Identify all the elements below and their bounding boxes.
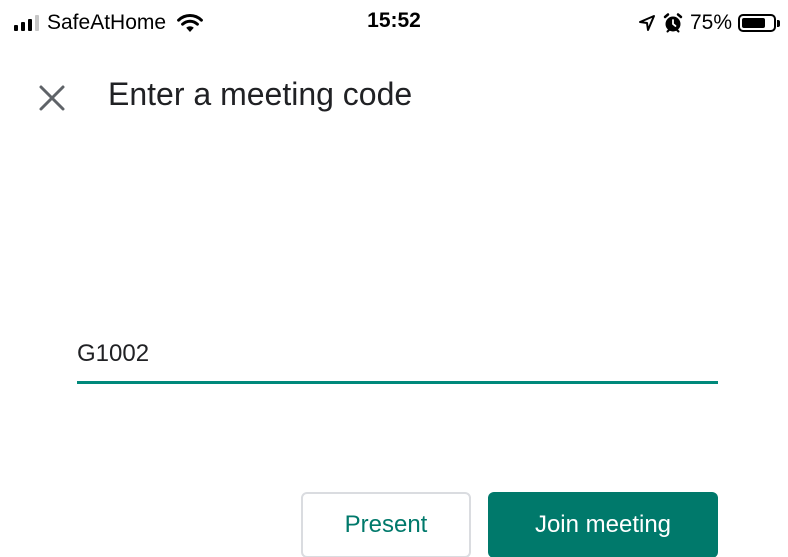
battery-icon — [738, 14, 780, 32]
alarm-clock-icon — [663, 13, 683, 33]
meeting-code-screen: SafeAtHome 15:52 75% Enter a meeting cod… — [0, 0, 788, 557]
battery-fill — [742, 18, 765, 28]
status-right: 75% — [638, 9, 780, 37]
close-button[interactable] — [32, 78, 72, 118]
close-icon — [39, 85, 65, 111]
meeting-code-input[interactable] — [77, 340, 718, 368]
meeting-code-field — [77, 330, 718, 384]
battery-percent: 75% — [689, 11, 732, 34]
location-arrow-icon — [638, 15, 655, 31]
join-meeting-button[interactable]: Join meeting — [488, 492, 718, 557]
present-button[interactable]: Present — [301, 492, 471, 557]
header: Enter a meeting code — [0, 64, 788, 124]
status-bar: SafeAtHome 15:52 75% — [0, 0, 788, 46]
page-title: Enter a meeting code — [108, 76, 413, 112]
